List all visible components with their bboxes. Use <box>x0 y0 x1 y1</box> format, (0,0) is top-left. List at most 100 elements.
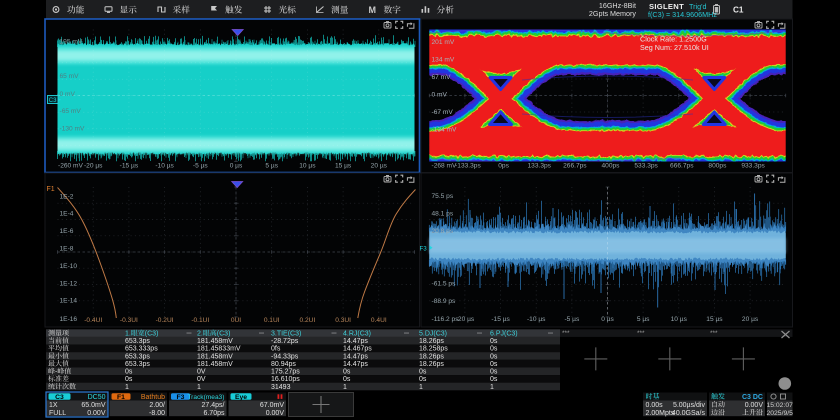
svg-text:15 µs: 15 µs <box>335 163 352 170</box>
svg-text:5.DJ(C3): 5.DJ(C3) <box>419 330 447 337</box>
svg-text:-0.4UI: -0.4UI <box>84 317 102 324</box>
svg-text:-65 mV: -65 mV <box>60 108 82 115</box>
svg-text:18.26ps: 18.26ps <box>419 361 444 368</box>
svg-text:1E-2: 1E-2 <box>60 193 74 200</box>
svg-text:-10 µs: -10 µs <box>527 316 546 323</box>
svg-text:0.00s: 0.00s <box>646 402 664 409</box>
svg-text:10 µs: 10 µs <box>671 316 688 323</box>
svg-text:65 mV: 65 mV <box>60 73 80 80</box>
svg-text:0 mV: 0 mV <box>432 92 448 99</box>
svg-text:3.TIE(C3): 3.TIE(C3) <box>271 330 301 337</box>
svg-text:-133.3ps: -133.3ps <box>455 163 481 170</box>
svg-text:0.3UI: 0.3UI <box>335 317 351 324</box>
svg-text:***: *** <box>562 330 570 337</box>
svg-text:14.47ps: 14.47ps <box>343 338 368 345</box>
svg-text:31493: 31493 <box>271 384 291 391</box>
svg-text:0V: 0V <box>197 369 206 376</box>
svg-text:653.3ps: 653.3ps <box>125 361 150 368</box>
svg-text:67.0mV: 67.0mV <box>260 402 284 409</box>
svg-text:0.00V: 0.00V <box>266 410 285 417</box>
svg-text:10 µs: 10 µs <box>299 163 316 170</box>
svg-text:6.PJ(C3): 6.PJ(C3) <box>490 330 518 337</box>
svg-text:0 µs: 0 µs <box>601 316 614 323</box>
svg-text:1: 1 <box>343 384 347 391</box>
svg-text:C3: C3 <box>49 98 57 104</box>
svg-text:0s: 0s <box>125 376 133 383</box>
svg-text:Bathtub: Bathtub <box>141 394 165 401</box>
svg-text:0.00V: 0.00V <box>87 410 106 417</box>
svg-text:800ps: 800ps <box>708 163 727 170</box>
svg-text:18.26ps: 18.26ps <box>419 353 444 360</box>
svg-text:181.458mV: 181.458mV <box>197 338 233 345</box>
svg-text:67 mV: 67 mV <box>432 74 452 81</box>
svg-text:0s: 0s <box>343 369 351 376</box>
svg-text:-130 mV: -130 mV <box>60 126 86 133</box>
svg-text:2025/9/5: 2025/9/5 <box>766 410 793 417</box>
svg-text:40.0GSa/s: 40.0GSa/s <box>672 410 706 417</box>
svg-text:5 µs: 5 µs <box>265 163 278 170</box>
svg-text:1: 1 <box>125 384 129 391</box>
svg-text:-61.5 ps: -61.5 ps <box>432 281 457 288</box>
svg-text:-5 µs: -5 µs <box>193 163 208 170</box>
svg-text:0s: 0s <box>490 361 498 368</box>
svg-text:6.70ps: 6.70ps <box>203 410 225 417</box>
svg-text:1E-16: 1E-16 <box>60 316 78 323</box>
svg-text:-20 µs: -20 µs <box>456 316 475 323</box>
svg-text:***: *** <box>637 330 645 337</box>
svg-text:C1: C1 <box>733 6 744 15</box>
svg-text:1E-12: 1E-12 <box>60 280 78 287</box>
svg-text:-8.00: -8.00 <box>149 410 165 417</box>
svg-text:-10 µs: -10 µs <box>155 163 174 170</box>
svg-text:1: 1 <box>197 384 201 391</box>
svg-text:-0.2UI: -0.2UI <box>156 317 174 324</box>
svg-text:0 mV: 0 mV <box>60 91 76 98</box>
svg-text:2.00Mpts: 2.00Mpts <box>646 410 675 417</box>
svg-text:175.27ps: 175.27ps <box>271 369 300 376</box>
svg-text:1.: 1. <box>125 330 131 337</box>
svg-text:(C3): (C3) <box>217 330 231 337</box>
svg-text:80.94ps: 80.94ps <box>271 361 296 368</box>
svg-text:-28.72ps: -28.72ps <box>271 338 299 345</box>
svg-text:201 mV: 201 mV <box>432 39 455 46</box>
svg-text:-0.3UI: -0.3UI <box>120 317 138 324</box>
svg-text:FULL: FULL <box>49 410 66 417</box>
svg-text:0.4UI: 0.4UI <box>371 317 387 324</box>
svg-text:C3: C3 <box>55 394 64 401</box>
svg-text:f(C3) = 314.9606MHz: f(C3) = 314.9606MHz <box>648 10 717 19</box>
svg-text:0s: 0s <box>490 346 498 353</box>
svg-text:75.5 ps: 75.5 ps <box>432 193 454 200</box>
svg-text:-0.1UI: -0.1UI <box>191 317 209 324</box>
svg-text:16.610ps: 16.610ps <box>271 376 300 383</box>
svg-text:-20 µs: -20 µs <box>84 163 103 170</box>
svg-text:-268 mV: -268 mV <box>432 163 458 170</box>
svg-text:-15 µs: -15 µs <box>491 316 510 323</box>
svg-text:-94.33ps: -94.33ps <box>271 353 299 360</box>
svg-text:27.4ps/: 27.4ps/ <box>202 402 225 409</box>
svg-text:M: M <box>369 5 377 15</box>
svg-text:1: 1 <box>490 384 494 391</box>
svg-text:4.RJ(C3): 4.RJ(C3) <box>343 330 371 337</box>
svg-text:533.3ps: 533.3ps <box>634 163 658 170</box>
svg-text:653.333ps: 653.333ps <box>125 346 158 353</box>
svg-text:65.0mV: 65.0mV <box>81 402 105 409</box>
svg-text:2.: 2. <box>197 330 203 337</box>
svg-text:15:02:07: 15:02:07 <box>766 402 793 409</box>
svg-text:-134 mV: -134 mV <box>432 127 458 134</box>
svg-text:133.3ps: 133.3ps <box>527 163 551 170</box>
svg-text:48.1 ps: 48.1 ps <box>432 210 454 217</box>
svg-text:1: 1 <box>419 384 423 391</box>
svg-text:134 mV: 134 mV <box>432 57 455 64</box>
svg-text:-15 µs: -15 µs <box>120 163 139 170</box>
svg-text:1X: 1X <box>49 402 58 409</box>
svg-text:F3: F3 <box>177 394 185 401</box>
svg-text:18.26ps: 18.26ps <box>419 338 444 345</box>
svg-text:0.00V: 0.00V <box>745 402 764 409</box>
svg-text:20.8 ps: 20.8 ps <box>432 228 454 235</box>
svg-text:266.7ps: 266.7ps <box>563 163 587 170</box>
svg-text:0.2UI: 0.2UI <box>300 317 316 324</box>
svg-text:181.45833mV: 181.45833mV <box>197 346 241 353</box>
svg-text:-260 mV: -260 mV <box>58 163 84 170</box>
svg-text:666.7ps: 666.7ps <box>670 163 694 170</box>
svg-text:14.47ps: 14.47ps <box>343 361 368 368</box>
svg-text:0.1UI: 0.1UI <box>264 317 280 324</box>
